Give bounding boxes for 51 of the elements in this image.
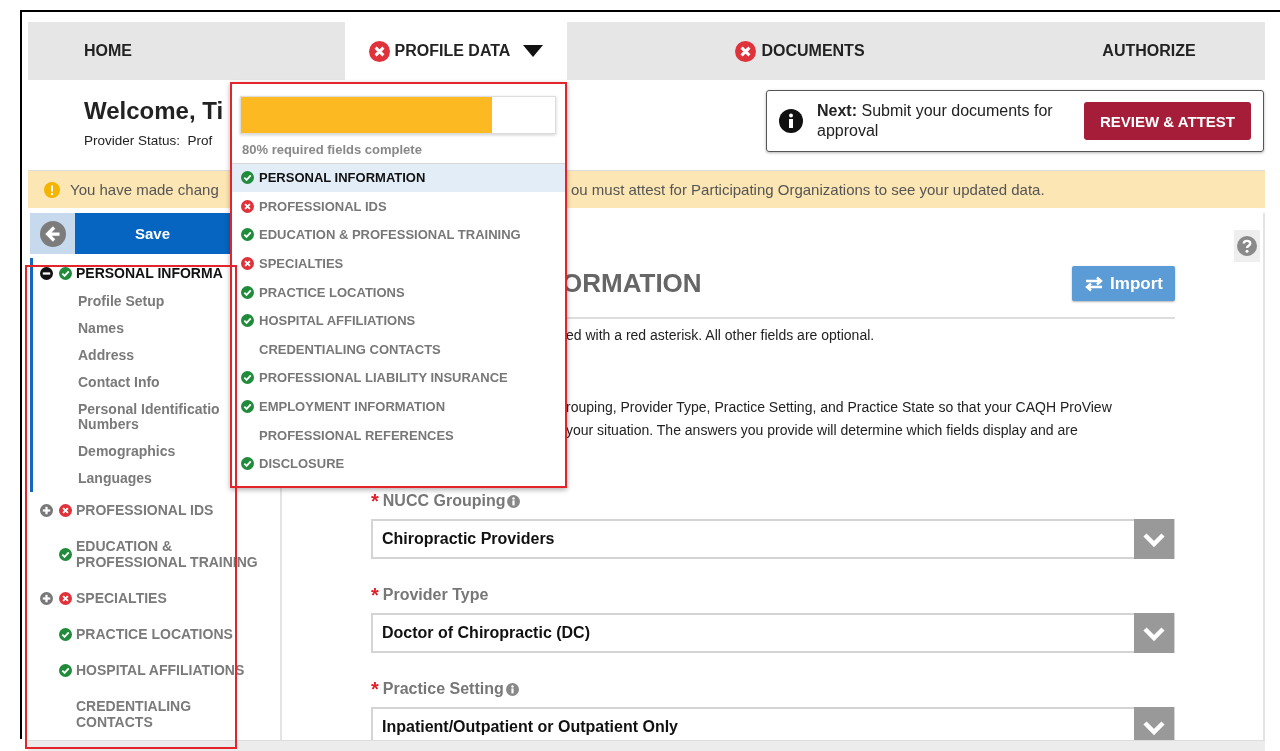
alert-text: You have made chang [70, 181, 219, 198]
alert-text: ou must attest for Participating Organizations to see your updated data. [570, 181, 1046, 198]
menu-item[interactable]: CREDENTIALING CONTACTS [232, 334, 565, 364]
section-heading: ORMATION [562, 268, 702, 299]
back-button[interactable] [30, 213, 75, 254]
menu-item[interactable]: PROFESSIONAL IDS [232, 191, 565, 221]
menu-item[interactable]: PROFESSIONAL LIABILITY INSURANCE [232, 363, 565, 392]
help-button[interactable] [1234, 230, 1260, 262]
next-step-text: Next: Submit your documents for approval [817, 101, 1054, 141]
field-label: NUCC Grouping [382, 492, 506, 510]
chevron-icon [1134, 519, 1174, 559]
menu-item[interactable]: HOSPITAL AFFILIATIONS [232, 305, 565, 335]
required-mark: * [371, 490, 379, 512]
save-button[interactable]: Save [75, 213, 230, 254]
menu-item[interactable]: EMPLOYMENT INFORMATION [232, 391, 565, 421]
nav-tab[interactable]: PROFILE DATA [345, 22, 567, 80]
chevron-icon [1134, 707, 1174, 740]
select-field[interactable]: Chiropractic Providers [371, 519, 1175, 559]
warning-icon [44, 181, 60, 198]
import-button[interactable]: Import [1072, 266, 1175, 301]
sidebar-item[interactable]: CREDENTIALING CONTACTS [30, 688, 280, 740]
field-label: Practice Setting [382, 680, 504, 698]
progress-label: 80% required fields complete [241, 141, 423, 159]
expand-icon[interactable] [40, 503, 53, 517]
nav-tab[interactable]: HOME [28, 22, 345, 80]
collapse-icon[interactable] [40, 266, 53, 280]
required-mark: * [371, 678, 379, 700]
instruction-text: rouping, Provider Type, Practice Setting, and Practice State so that your CAQH ProView your situation. The answers you provide will determine which fields display and are [566, 398, 1113, 440]
nav-tab[interactable]: AUTHORIZE [1033, 22, 1265, 80]
welcome-heading: Welcome, Ti [84, 97, 224, 125]
expand-icon[interactable] [40, 591, 53, 605]
menu-item[interactable]: SPECIALTIES [232, 248, 565, 278]
field-label: Provider Type [382, 586, 489, 604]
instruction-text: ed with a red asterisk. All other fields are optional. [566, 326, 876, 345]
menu-item[interactable]: PERSONAL INFORMATION [232, 163, 565, 192]
nav-tab[interactable]: DOCUMENTS [567, 22, 1033, 80]
required-mark: * [371, 584, 379, 606]
help-icon [1237, 236, 1257, 256]
menu-item[interactable]: PRACTICE LOCATIONS [232, 277, 565, 306]
swap-arrows-icon [1084, 275, 1105, 292]
sidebar-item[interactable]: SPECIALTIES [30, 580, 280, 616]
menu-item[interactable]: PROFESSIONAL REFERENCES [232, 420, 565, 449]
review-attest-button[interactable]: REVIEW & ATTEST [1084, 102, 1251, 140]
sidebar-item[interactable]: PRACTICE LOCATIONS [30, 616, 280, 652]
sidebar-item[interactable]: PROFESSIONAL IDS [30, 492, 280, 528]
info-icon [779, 109, 803, 133]
chevron-icon [1134, 613, 1174, 653]
menu-item[interactable]: EDUCATION & PROFESSIONAL TRAINING [232, 220, 565, 249]
provider-status: Provider Status: Prof [84, 133, 214, 148]
menu-item[interactable]: DISCLOSURE [232, 448, 565, 478]
select-field[interactable]: Doctor of Chiropractic (DC) [371, 613, 1175, 653]
